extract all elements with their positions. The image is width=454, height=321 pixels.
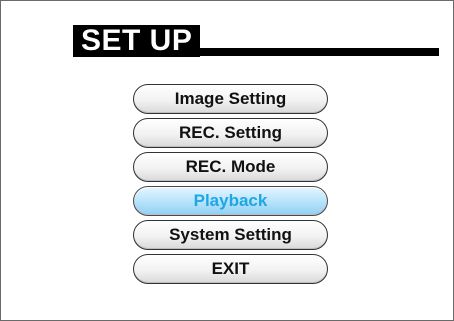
menu-item-rec-mode[interactable]: REC. Mode	[133, 152, 328, 182]
setup-header: SET UP	[73, 25, 201, 57]
menu-item-playback[interactable]: Playback	[133, 186, 328, 216]
title-underline	[196, 48, 439, 56]
menu-item-system-setting[interactable]: System Setting	[133, 220, 328, 250]
menu-item-exit[interactable]: EXIT	[133, 254, 328, 284]
menu-item-rec-setting[interactable]: REC. Setting	[133, 118, 328, 148]
page-title: SET UP	[73, 25, 201, 57]
menu-item-image-setting[interactable]: Image Setting	[133, 84, 328, 114]
setup-menu: Image Setting REC. Setting REC. Mode Pla…	[133, 84, 328, 288]
